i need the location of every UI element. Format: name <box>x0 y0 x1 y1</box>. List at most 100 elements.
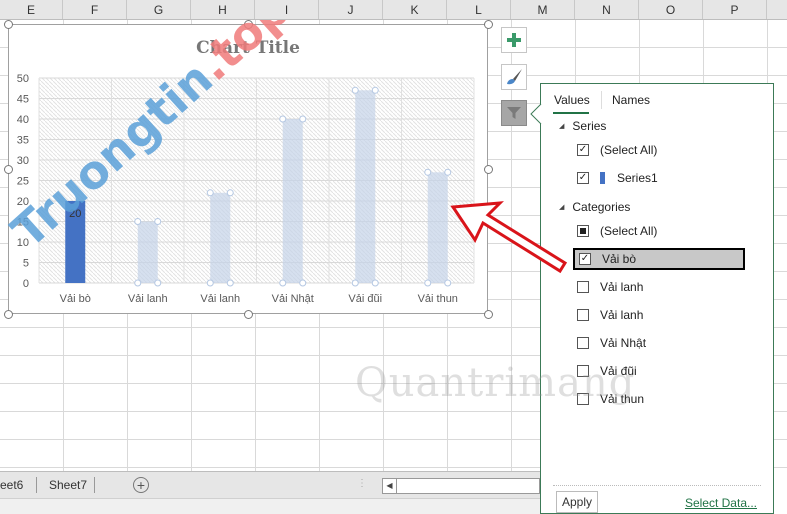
x-tick-label: Vải bò <box>60 293 91 305</box>
status-bar <box>0 498 540 514</box>
column-header-O[interactable]: O <box>639 0 703 19</box>
red-arrow-icon <box>450 201 568 274</box>
bar-handle <box>444 168 452 176</box>
active-tab-indicator <box>553 112 589 114</box>
column-header-J[interactable]: J <box>319 0 383 19</box>
y-tick-label: 10 <box>17 237 29 249</box>
bar-handle <box>424 279 432 287</box>
item-label: Series1 <box>617 171 658 185</box>
column-header-F[interactable]: F <box>63 0 127 19</box>
sheet-tab-sheet6[interactable]: eet6 <box>0 478 23 492</box>
bar-handle <box>371 86 379 94</box>
y-tick-label: 40 <box>17 114 29 126</box>
category-item[interactable]: ✓ Vải bò <box>573 248 745 270</box>
column-header-P[interactable]: P <box>703 0 767 19</box>
column-header-N[interactable]: N <box>575 0 639 19</box>
resize-handle[interactable] <box>244 20 253 29</box>
checkbox[interactable]: ✓ <box>577 144 589 156</box>
tab-names[interactable]: Names <box>612 93 650 107</box>
brush-icon <box>507 69 522 85</box>
checkbox[interactable] <box>577 337 589 349</box>
y-tick-label: 30 <box>17 155 29 167</box>
chart-styles-button[interactable] <box>501 64 527 90</box>
resize-handle[interactable] <box>484 165 493 174</box>
plus-icon <box>507 33 521 47</box>
bar-handle <box>206 189 214 197</box>
y-tick-label: 50 <box>17 73 29 85</box>
tab-values[interactable]: Values <box>554 93 590 107</box>
x-tick-label: Vải thun <box>418 293 458 305</box>
resize-handle[interactable] <box>4 310 13 319</box>
resize-handle[interactable] <box>4 20 13 29</box>
panel-pointer <box>530 104 542 124</box>
column-header-H[interactable]: H <box>191 0 255 19</box>
checkbox[interactable] <box>577 309 589 321</box>
apply-button[interactable]: Apply <box>556 491 598 513</box>
series-select-all[interactable]: ✓ (Select All) <box>541 139 773 161</box>
collapse-triangle-icon[interactable]: ◢ <box>559 122 564 130</box>
funnel-icon <box>507 107 521 119</box>
chart-filter-panel: Values Names ◢ Series ✓ (Select All) ✓ Series… <box>540 83 774 514</box>
resize-handle[interactable] <box>244 310 253 319</box>
section-label: Series <box>572 119 607 133</box>
item-label: (Select All) <box>600 224 658 238</box>
chart-plot[interactable]: 0 5 10 15 20 25 30 35 40 45 50 Vải bò 20 Vải lanh Vải … <box>9 25 489 315</box>
category-item[interactable]: Vải lanh <box>541 304 773 326</box>
select-data-link[interactable]: Select Data... <box>685 496 757 510</box>
bar-handle <box>351 86 359 94</box>
column-header-K[interactable]: K <box>383 0 447 19</box>
chart[interactable]: Chart Title 0 5 10 15 20 25 30 35 40 45 50 Vải bò 20… <box>4 20 493 319</box>
y-tick-label: 0 <box>23 278 29 290</box>
resize-handle[interactable] <box>4 165 13 174</box>
item-label: Vải Nhật <box>600 336 647 350</box>
bar-handle <box>226 279 234 287</box>
add-sheet-button[interactable]: + <box>133 477 149 493</box>
column-header-G[interactable]: G <box>127 0 191 19</box>
column-header-E[interactable]: E <box>0 0 63 19</box>
chart-filters-button[interactable] <box>501 100 527 126</box>
category-item[interactable]: Vải lanh <box>541 276 773 298</box>
checkbox[interactable]: ✓ <box>577 172 589 184</box>
chart-elements-button[interactable] <box>501 27 527 53</box>
bar-handle <box>279 115 287 123</box>
bar-handle <box>206 279 214 287</box>
bar-handle <box>134 218 142 225</box>
bar-handle <box>444 279 452 287</box>
x-tick-label: Vải lanh <box>128 293 168 305</box>
bar-handle <box>134 279 142 287</box>
column-header-I[interactable]: I <box>255 0 319 19</box>
resize-handle[interactable] <box>484 310 493 319</box>
sheet-tab-sheet7[interactable]: Sheet7 <box>49 478 87 492</box>
bar-handle <box>154 218 162 225</box>
y-tick-label: 15 <box>17 217 29 229</box>
bar[interactable] <box>137 221 158 284</box>
checkbox[interactable] <box>577 281 589 293</box>
item-label: Vải bò <box>602 252 637 266</box>
scroll-left-icon[interactable]: ◀ <box>383 479 397 493</box>
series-section-header[interactable]: ◢ Series <box>541 115 773 137</box>
y-tick-label: 45 <box>17 94 29 106</box>
category-item[interactable]: Vải Nhật <box>541 332 773 354</box>
column-header-L[interactable]: L <box>447 0 511 19</box>
resize-handle[interactable] <box>484 20 493 29</box>
bar[interactable] <box>210 192 231 283</box>
bar-handle <box>371 279 379 287</box>
series-item-series1[interactable]: ✓ Series1 <box>541 167 773 189</box>
data-label: 20 <box>69 208 81 220</box>
y-tick-label: 35 <box>17 135 29 147</box>
y-tick-label: 20 <box>17 196 29 208</box>
item-label: (Select All) <box>600 143 658 157</box>
bar[interactable] <box>427 172 448 283</box>
bar-handle <box>226 189 234 197</box>
watermark-bottom: Quantrimang <box>355 360 636 406</box>
bar[interactable] <box>282 119 303 283</box>
horizontal-scrollbar[interactable]: ◀ <box>382 478 540 494</box>
item-label: Vải lanh <box>600 280 644 294</box>
x-tick-label: Vải lanh <box>200 293 240 305</box>
bar[interactable] <box>355 90 376 283</box>
column-header-M[interactable]: M <box>511 0 575 19</box>
bar-handle <box>351 279 359 287</box>
x-tick-label: Vải đũi <box>348 293 382 305</box>
bar-handle <box>299 279 307 287</box>
checkbox[interactable]: ✓ <box>579 253 591 265</box>
